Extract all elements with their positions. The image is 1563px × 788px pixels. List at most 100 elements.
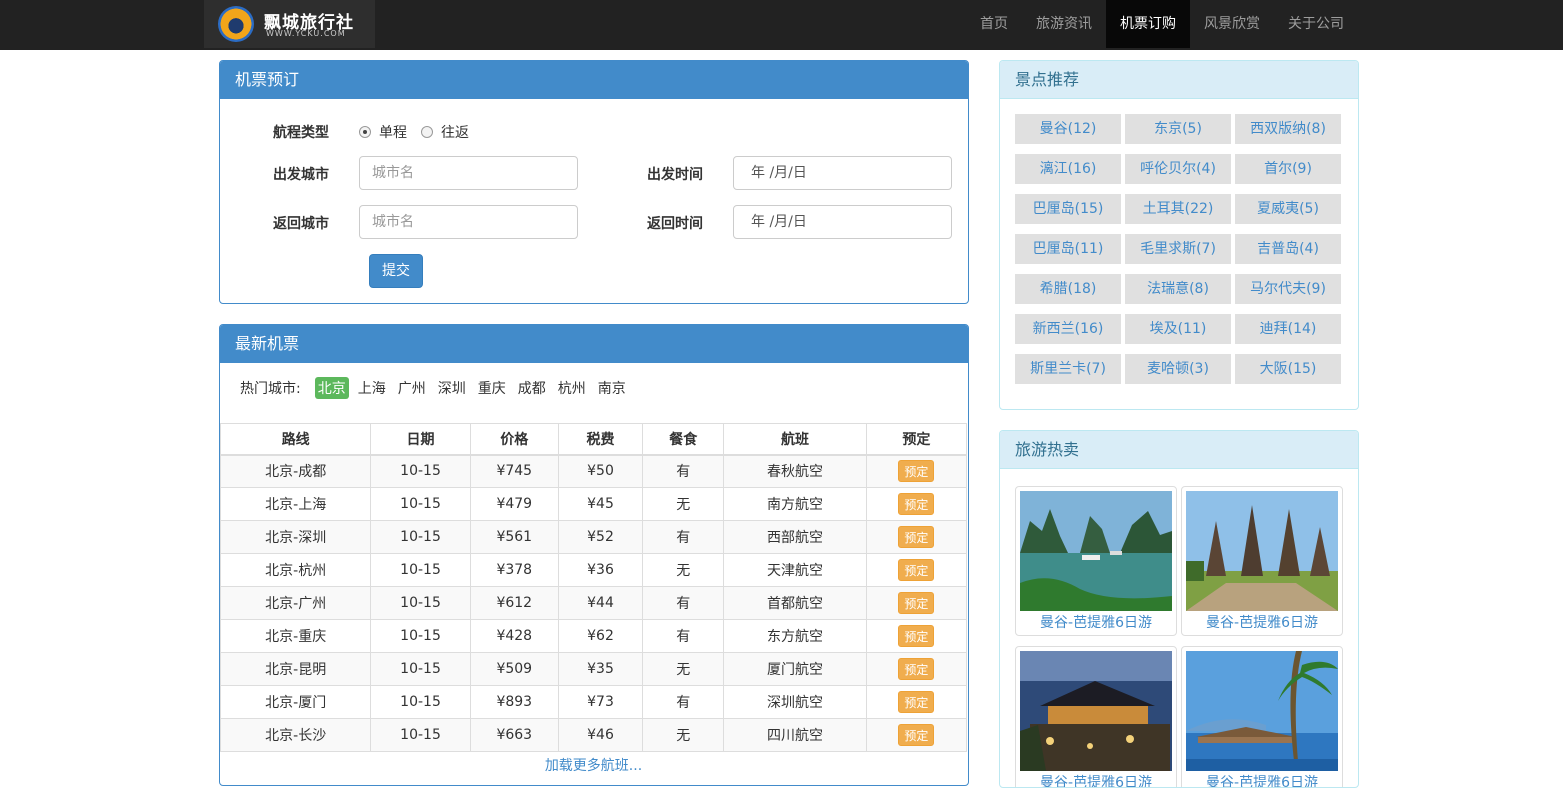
book-button[interactable]: 预定	[898, 724, 935, 746]
tour-card[interactable]: 曼谷-芭提雅6日游	[1181, 486, 1343, 636]
latest-tickets-panel: 最新机票 热门城市: 北京 上海 广州 深圳 重庆 成都 杭州 南京 路线 日期 价格 税费 餐食 航班…	[219, 324, 969, 786]
spot-tag[interactable]: 毛里求斯(7)	[1125, 234, 1231, 264]
table-cell: 南方航空	[723, 487, 867, 521]
tour-caption[interactable]: 曼谷-芭提雅6日游	[1186, 612, 1338, 632]
spot-tag[interactable]: 法瑞意(8)	[1125, 274, 1231, 304]
book-button[interactable]: 预定	[898, 592, 935, 614]
table-cell: ¥35	[557, 652, 644, 686]
return-time-input[interactable]: 年 /月/日	[733, 205, 952, 239]
spot-tag[interactable]: 曼谷(12)	[1015, 114, 1121, 144]
hot-cities: 热门城市: 北京 上海 广州 深圳 重庆 成都 杭州 南京	[240, 377, 635, 399]
nav-item-3[interactable]: 风景欣赏	[1190, 0, 1274, 48]
table-row: 北京-深圳 10-15 ¥561 ¥52 有西部航空 预定	[220, 520, 968, 554]
one-way-label: 单程	[379, 125, 407, 141]
spot-tag[interactable]: 麦哈顿(3)	[1125, 354, 1231, 384]
table-cell: 北京-长沙	[220, 718, 372, 752]
book-cell: 预定	[865, 718, 968, 752]
tour-caption[interactable]: 曼谷-芭提雅6日游	[1020, 772, 1172, 787]
tour-card[interactable]: 曼谷-芭提雅6日游	[1015, 646, 1177, 787]
book-button[interactable]: 预定	[898, 493, 935, 515]
nav-item-4[interactable]: 关于公司	[1274, 0, 1358, 48]
nav-item-2[interactable]: 机票订购	[1106, 0, 1190, 48]
table-cell: 无	[642, 652, 725, 686]
spot-tag[interactable]: 夏威夷(5)	[1235, 194, 1341, 224]
table-cell: 10-15	[370, 586, 471, 620]
hot-city-link[interactable]: 上海	[355, 377, 389, 399]
table-cell: 有	[642, 685, 725, 719]
book-button[interactable]: 预定	[898, 625, 935, 647]
booking-panel: 机票预订 航程类型 单程 往返 出发城市 出发时间 年 /月/日 返回城市 返回…	[219, 60, 969, 304]
depart-city-input[interactable]	[359, 156, 578, 190]
table-cell: 四川航空	[723, 718, 867, 752]
tour-image[interactable]	[1020, 651, 1172, 771]
book-button[interactable]: 预定	[898, 658, 935, 680]
tour-image[interactable]	[1020, 491, 1172, 611]
tour-image[interactable]	[1186, 651, 1338, 771]
return-city-label: 返回城市	[273, 216, 329, 232]
book-cell: 预定	[865, 586, 968, 620]
table-cell: ¥479	[469, 487, 559, 521]
table-cell: 北京-广州	[220, 586, 372, 620]
hot-city-link[interactable]: 重庆	[475, 377, 509, 399]
table-cell: 北京-杭州	[220, 553, 372, 587]
book-cell: 预定	[865, 685, 968, 719]
spot-tag[interactable]: 漓江(16)	[1015, 154, 1121, 184]
table-cell: 深圳航空	[723, 685, 867, 719]
spot-tag[interactable]: 迪拜(14)	[1235, 314, 1341, 344]
tour-caption[interactable]: 曼谷-芭提雅6日游	[1020, 612, 1172, 632]
spot-tag[interactable]: 吉普岛(4)	[1235, 234, 1341, 264]
table-cell: ¥663	[469, 718, 559, 752]
spot-tag[interactable]: 埃及(11)	[1125, 314, 1231, 344]
hot-city-link[interactable]: 北京	[314, 377, 349, 399]
navbar: 飘城旅行社 WWW.YCKU.COM 首页 旅游资讯 机票订购 风景欣赏 关于公司	[0, 0, 1563, 50]
spot-tag[interactable]: 呼伦贝尔(4)	[1125, 154, 1231, 184]
spot-tag[interactable]: 西双版纳(8)	[1235, 114, 1341, 144]
load-more-link[interactable]: 加载更多航班...	[220, 755, 967, 775]
depart-time-input[interactable]: 年 /月/日	[733, 156, 952, 190]
table-cell: ¥62	[557, 619, 644, 653]
logo[interactable]: 飘城旅行社 WWW.YCKU.COM	[204, 0, 375, 48]
table-row: 北京-重庆 10-15 ¥428 ¥62 有东方航空 预定	[220, 619, 968, 653]
tour-card[interactable]: 曼谷-芭提雅6日游	[1015, 486, 1177, 636]
return-city-input[interactable]	[359, 205, 578, 239]
submit-button[interactable]: 提交	[369, 254, 423, 288]
table-cell: ¥561	[469, 520, 559, 554]
tour-image[interactable]	[1186, 491, 1338, 611]
spot-tag[interactable]: 东京(5)	[1125, 114, 1231, 144]
spot-tag[interactable]: 斯里兰卡(7)	[1015, 354, 1121, 384]
book-cell: 预定	[865, 619, 968, 653]
spot-tag[interactable]: 马尔代夫(9)	[1235, 274, 1341, 304]
tour-card[interactable]: 曼谷-芭提雅6日游	[1181, 646, 1343, 787]
return-time-label: 返回时间	[647, 216, 703, 232]
tour-caption[interactable]: 曼谷-芭提雅6日游	[1186, 772, 1338, 787]
hot-cities-label: 热门城市:	[240, 381, 301, 397]
hot-city-link[interactable]: 广州	[395, 377, 429, 399]
tickets-table: 路线 日期 价格 税费 餐食 航班 预定 北京-成都 10-15 ¥745 ¥50 有春秋航空 预定北…	[220, 423, 968, 752]
table-cell: 北京-上海	[220, 487, 372, 521]
book-button[interactable]: 预定	[898, 526, 935, 548]
hot-city-link[interactable]: 南京	[595, 377, 629, 399]
table-cell: 10-15	[370, 652, 471, 686]
depart-time-label: 出发时间	[647, 167, 703, 183]
nav-item-0[interactable]: 首页	[966, 0, 1022, 48]
spot-tag[interactable]: 新西兰(16)	[1015, 314, 1121, 344]
table-cell: ¥46	[557, 718, 644, 752]
spot-tag[interactable]: 土耳其(22)	[1125, 194, 1231, 224]
book-cell: 预定	[865, 553, 968, 587]
latest-tickets-title: 最新机票	[220, 325, 968, 363]
spot-tag[interactable]: 希腊(18)	[1015, 274, 1121, 304]
hot-city-link[interactable]: 杭州	[555, 377, 589, 399]
spot-tag[interactable]: 巴厘岛(15)	[1015, 194, 1121, 224]
spot-tag[interactable]: 首尔(9)	[1235, 154, 1341, 184]
book-button[interactable]: 预定	[898, 691, 935, 713]
trip-type-label: 航程类型	[273, 125, 329, 141]
spot-tag[interactable]: 巴厘岛(11)	[1015, 234, 1121, 264]
hot-city-link[interactable]: 成都	[515, 377, 549, 399]
one-way-radio[interactable]: 单程	[359, 122, 407, 142]
book-button[interactable]: 预定	[898, 559, 935, 581]
nav-item-1[interactable]: 旅游资讯	[1022, 0, 1106, 48]
book-button[interactable]: 预定	[898, 460, 935, 483]
hot-city-link[interactable]: 深圳	[435, 377, 469, 399]
spot-tag[interactable]: 大阪(15)	[1235, 354, 1341, 384]
round-trip-radio[interactable]: 往返	[421, 122, 469, 142]
